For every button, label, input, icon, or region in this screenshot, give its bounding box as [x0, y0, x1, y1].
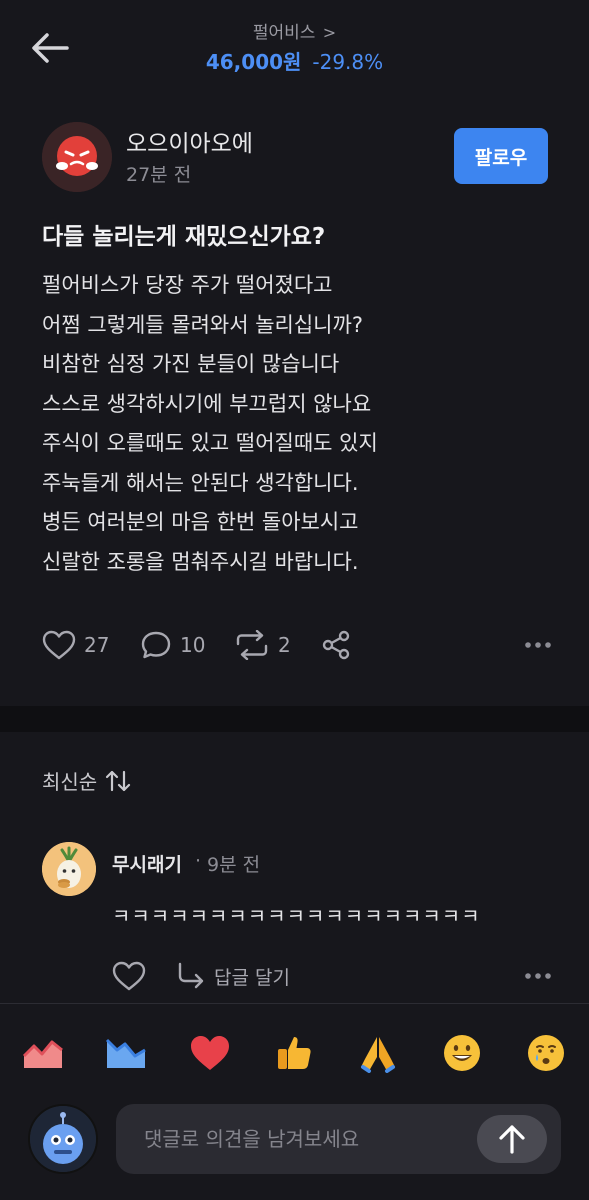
stock-name: 펄어비스	[252, 23, 316, 43]
post-body-line: 스스로 생각하시기에 부끄럽지 않나요	[42, 391, 372, 416]
sort-toggle[interactable]: 최신순	[42, 766, 131, 795]
reply-button[interactable]: 답글 달기	[176, 956, 290, 996]
reply-label: 답글 달기	[214, 966, 290, 989]
post-body-line: 주식이 오를때도 있고 떨어질때도 있지	[42, 431, 378, 455]
stock-name-link[interactable]: 펄어비스 >	[0, 18, 589, 43]
angry-face-icon	[42, 122, 112, 192]
crying-icon	[528, 1035, 564, 1071]
like-button[interactable]: 27	[42, 624, 109, 666]
chart-down-icon	[105, 1038, 146, 1068]
reaction-chart-down[interactable]	[103, 1030, 149, 1076]
like-count: 27	[84, 633, 110, 657]
comment-text: ㅋㅋㅋㅋㅋㅋㅋㅋㅋㅋㅋㅋㅋㅋㅋㅋㅋㅋㅋ	[112, 904, 481, 928]
reaction-heart[interactable]	[187, 1030, 233, 1076]
comment-actions: 답글 달기	[112, 956, 552, 996]
robot-character-icon	[30, 1106, 96, 1172]
post-more-button[interactable]	[524, 624, 552, 666]
post-body-line: 비참한 심정 가진 분들이 많습니다	[42, 352, 340, 376]
repost-count: 2	[278, 633, 291, 657]
post-body-line: 주눅들게 해서는 안된다 생각합니다.	[42, 470, 359, 495]
comment-composer	[0, 1003, 589, 1200]
send-button[interactable]	[477, 1115, 547, 1163]
chart-up-icon	[22, 1040, 63, 1068]
comment-time: 9분 전	[207, 854, 261, 876]
post-actions: 27 10 2	[42, 624, 552, 666]
follow-button[interactable]: 팔로우	[454, 128, 548, 184]
comment-input-box	[116, 1104, 561, 1174]
reply-arrow-icon	[178, 962, 204, 989]
chevron-right-icon: >	[322, 23, 337, 42]
repost-button[interactable]: 2	[234, 624, 291, 666]
comment-input[interactable]	[116, 1104, 466, 1174]
post-title: 다들 놀리는게 재밌으신가요?	[42, 224, 326, 250]
author-avatar[interactable]	[42, 122, 112, 192]
share-button[interactable]	[320, 624, 360, 666]
repost-icon	[236, 630, 268, 660]
reaction-thumbs-up[interactable]	[271, 1030, 317, 1076]
post-body-line: 펄어비스가 당장 주가 떨어졌다고	[42, 273, 333, 297]
smile-icon	[444, 1035, 480, 1071]
arrow-up-icon	[499, 1125, 525, 1154]
more-dots-icon	[525, 973, 551, 979]
section-divider	[0, 706, 589, 732]
thumbs-up-icon	[278, 1037, 311, 1069]
price-value: 46,000원	[205, 50, 302, 74]
speech-bubble-icon	[141, 631, 171, 659]
sort-arrows-icon	[106, 770, 131, 791]
comment-button[interactable]: 10	[140, 624, 205, 666]
reaction-smile[interactable]	[439, 1030, 485, 1076]
post-body: 펄어비스가 당장 주가 떨어졌다고 어쩜 그렇게들 몰려와서 놀리십니까? 비참…	[42, 266, 562, 582]
pray-icon	[361, 1037, 395, 1073]
price-change: -29.8%	[312, 50, 384, 74]
comment-more-button[interactable]	[524, 956, 552, 996]
my-avatar[interactable]	[28, 1104, 98, 1174]
heart-icon	[191, 1036, 229, 1070]
heart-outline-icon	[42, 630, 76, 660]
commenter-avatar[interactable]	[42, 842, 96, 896]
post-author[interactable]: 오으이아오에	[126, 124, 253, 158]
sort-label: 최신순	[42, 770, 98, 794]
comment-count: 10	[180, 633, 206, 657]
share-icon	[322, 630, 350, 660]
post-body-line: 어쩜 그렇게들 몰려와서 놀리십니까?	[42, 312, 363, 337]
more-dots-icon	[525, 642, 551, 648]
reaction-bar	[0, 1030, 589, 1080]
heart-outline-icon	[112, 961, 146, 991]
post-body-line: 병든 여러분의 마음 한번 돌아보시고	[42, 510, 359, 534]
post-body-line: 신랄한 조롱을 멈춰주시길 바랍니다.	[42, 549, 359, 574]
top-header: 펄어비스 > 46,000원 -29.8%	[0, 0, 589, 92]
meta-separator: ·	[195, 850, 202, 872]
reaction-chart-up[interactable]	[20, 1030, 66, 1076]
comment-like-button[interactable]	[112, 956, 146, 996]
radish-character-icon	[42, 842, 96, 896]
stock-price: 46,000원 -29.8%	[0, 46, 589, 75]
reaction-crying[interactable]	[523, 1030, 569, 1076]
commenter-name[interactable]: 무시래기	[112, 850, 182, 877]
reaction-pray[interactable]	[355, 1030, 401, 1076]
post-time: 27분 전	[126, 164, 192, 186]
